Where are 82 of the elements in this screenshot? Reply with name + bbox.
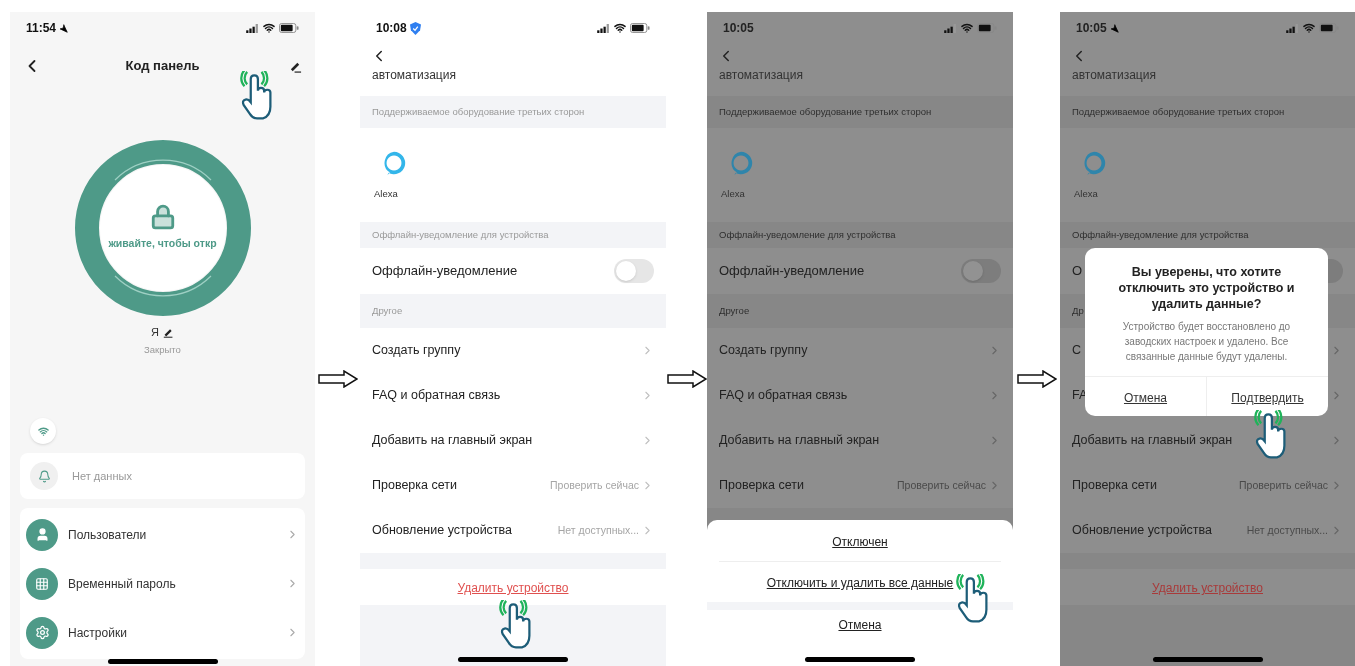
section-header: Поддерживаемое оборудование третьих сторон (1072, 104, 1285, 119)
user-name: Я (151, 324, 159, 340)
device-label: Alexa (374, 186, 398, 201)
section-header: Другое (719, 303, 750, 318)
section-header: Др (1072, 303, 1084, 318)
section-label: автоматизация (719, 68, 803, 82)
gear-icon (34, 625, 50, 641)
row-label[interactable]: FAQ и обратная связь (372, 386, 501, 405)
menu-item[interactable]: Временный пароль (68, 574, 276, 593)
screen-title: Код панель (125, 57, 200, 76)
battery-icon (977, 23, 997, 33)
right-arrow-icon (317, 370, 358, 388)
battery-icon (1319, 23, 1339, 33)
lock-status: Закрыто (143, 343, 182, 357)
row-label[interactable]: FAQ и обратная связь (719, 386, 848, 405)
section-header: Оффлайн-уведомление для устройства (1072, 227, 1249, 242)
bell-icon (37, 469, 51, 483)
row-label[interactable]: Создать группу (372, 341, 461, 360)
row-label[interactable]: Добавить на главный экран (719, 431, 880, 450)
battery-icon (630, 23, 650, 33)
row-label[interactable]: Добавить на главный экран (372, 431, 533, 450)
signal-icon (1286, 23, 1299, 33)
delete-device-link[interactable]: Удалить устройство (457, 579, 569, 597)
wifi-icon (614, 22, 626, 34)
status-time: 10:08 (376, 20, 407, 37)
wifi-icon (263, 22, 275, 34)
unlock-hint: живайте, чтобы откр (108, 236, 217, 252)
user-icon (34, 527, 50, 543)
sheet-option[interactable]: Отключен (832, 532, 888, 551)
section-header: Оффлайн-уведомление для устройства (719, 227, 896, 242)
row-value: Проверить сейчас (550, 477, 639, 493)
location-arrow-icon (1109, 23, 1119, 33)
status-time: 10:05 (723, 20, 754, 37)
row-label[interactable]: Проверка сети (719, 476, 804, 495)
dialog-button[interactable]: Отмена (1123, 388, 1168, 407)
row-label[interactable]: Обновление устройства (1072, 521, 1213, 540)
device-label: Alexa (1074, 186, 1098, 201)
row-label[interactable]: Проверка сети (372, 476, 457, 495)
keypad-icon (35, 576, 49, 591)
row-value: Нет доступных... (1246, 522, 1328, 538)
row-label: Оффлайн-уведомление (372, 262, 518, 281)
menu-item[interactable]: Настройки (68, 623, 276, 642)
row-value: Проверить сейчас (897, 477, 986, 493)
location-arrow-icon (59, 23, 69, 33)
row-label[interactable]: Обновление устройства (372, 521, 513, 540)
dialog-message: Устройство будет восстановлено до заводских настроек и удалено. Все связанные данные будут удалены. (1121, 320, 1292, 364)
lock-ring-drawing[interactable] (74, 140, 251, 316)
wifi-icon (1303, 22, 1315, 34)
section-label: автоматизация (1072, 68, 1156, 82)
row-label[interactable]: С (1072, 341, 1082, 360)
toggle-switch[interactable] (614, 259, 654, 283)
section-header: Другое (372, 303, 403, 318)
signal-icon (246, 23, 259, 33)
toggle-switch[interactable] (961, 259, 1001, 283)
section-header: Оффлайн-уведомление для устройства (372, 227, 549, 242)
lock-icon (149, 204, 176, 231)
row-value: Нет доступных... (557, 522, 639, 538)
status-time: 11:54 (26, 20, 57, 37)
section-header: Поддерживаемое оборудование третьих сторон (372, 104, 585, 119)
signal-icon (944, 23, 957, 33)
sheet-option[interactable]: Отключить и удалить все данные (766, 574, 954, 592)
wifi-icon (37, 425, 49, 437)
battery-icon (279, 23, 299, 33)
menu-item[interactable]: Пользователи (68, 525, 276, 544)
notice-text: Нет данных (72, 469, 132, 484)
row-label: О (1072, 262, 1083, 281)
wifi-icon (961, 22, 973, 34)
status-time: 10:05 (1076, 20, 1107, 37)
dialog-title: Вы уверены, что хотите отключить это устройство и удалить данные? (1117, 264, 1296, 312)
row-label[interactable]: Добавить на главный экран (1072, 431, 1233, 450)
row-label: Оффлайн-уведомление (719, 262, 865, 281)
row-label[interactable]: Проверка сети (1072, 476, 1157, 495)
row-value: Проверить сейчас (1239, 477, 1328, 493)
row-label[interactable]: Создать группу (719, 341, 808, 360)
device-label: Alexa (721, 186, 745, 201)
cancel-button[interactable]: Отмена (838, 616, 882, 634)
right-arrow-icon (1016, 370, 1057, 388)
dialog-button[interactable]: Подтвердить (1231, 388, 1304, 407)
signal-icon (597, 23, 610, 33)
shield-icon (409, 21, 421, 35)
section-header: Поддерживаемое оборудование третьих сторон (719, 104, 932, 119)
section-label: автоматизация (372, 68, 456, 82)
